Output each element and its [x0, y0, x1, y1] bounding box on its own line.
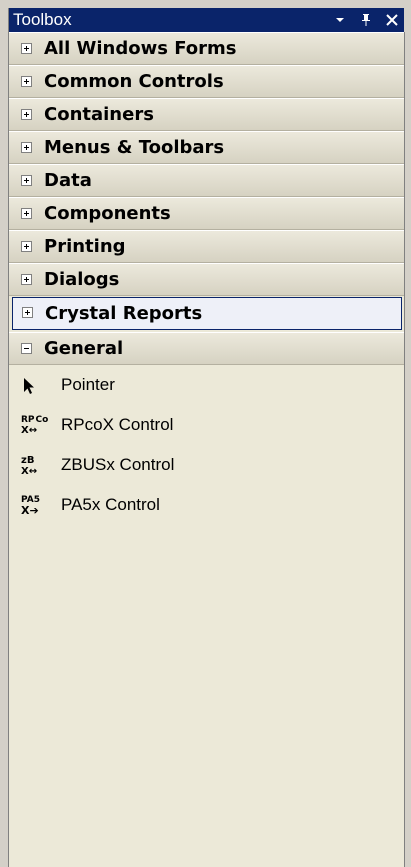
expand-icon: [21, 76, 32, 87]
expand-icon: [21, 43, 32, 54]
tab-label: All Windows Forms: [44, 38, 237, 59]
tab-label: Containers: [44, 104, 154, 125]
expand-icon: [21, 109, 32, 120]
toolbox-titlebar[interactable]: Toolbox: [9, 8, 404, 32]
chevron-down-icon[interactable]: [332, 12, 348, 28]
tab-data[interactable]: Data: [9, 164, 404, 197]
toolbox-panel: All Windows Forms Common Controls Contai…: [9, 32, 405, 867]
tab-label: Menus & Toolbars: [44, 137, 225, 158]
collapse-icon: [21, 343, 32, 354]
tab-dialogs[interactable]: Dialogs: [9, 263, 404, 296]
item-label: RPcoX Control: [61, 415, 174, 434]
tab-label: Common Controls: [44, 71, 224, 92]
toolbox-title: Toolbox: [13, 10, 72, 29]
toolbox-empty-area: [9, 567, 404, 867]
close-icon[interactable]: [384, 12, 400, 28]
zbusx-control-icon: zB X↔: [21, 455, 38, 477]
expand-icon: [21, 274, 32, 285]
pin-icon[interactable]: [358, 12, 374, 28]
tab-label: Data: [44, 170, 92, 191]
tab-label: Printing: [44, 236, 126, 257]
expand-icon: [22, 307, 33, 318]
item-label: Pointer: [61, 375, 115, 394]
tab-printing[interactable]: Printing: [9, 230, 404, 263]
tab-components[interactable]: Components: [9, 197, 404, 230]
expand-icon: [21, 175, 32, 186]
tab-containers[interactable]: Containers: [9, 98, 404, 131]
tab-menus-toolbars[interactable]: Menus & Toolbars: [9, 131, 404, 164]
tab-crystal-reports[interactable]: Crystal Reports: [12, 297, 402, 330]
toolbox-item-zbusx-control[interactable]: zB X↔ ZBUSx Control: [9, 445, 404, 485]
pointer-icon: [21, 373, 47, 399]
toolbox-item-rpcox-control[interactable]: RPCo X↔ RPcoX Control: [9, 405, 404, 445]
expand-icon: [21, 241, 32, 252]
rpcox-control-icon: RPCo X↔: [21, 415, 49, 437]
tab-general[interactable]: General: [9, 332, 404, 365]
tab-label: General: [44, 338, 124, 359]
tab-label: Crystal Reports: [45, 303, 203, 324]
item-label: ZBUSx Control: [61, 455, 175, 474]
toolbox-item-pa5x-control[interactable]: PA5 X➔ PA5x Control: [9, 485, 404, 525]
tab-all-windows-forms[interactable]: All Windows Forms: [9, 32, 404, 65]
item-label: PA5x Control: [61, 495, 160, 514]
toolbox-item-pointer[interactable]: Pointer: [9, 365, 404, 405]
expand-icon: [21, 208, 32, 219]
expand-icon: [21, 142, 32, 153]
tab-common-controls[interactable]: Common Controls: [9, 65, 404, 98]
toolbox-window: Toolbox All Windows Forms Common Control…: [8, 8, 405, 867]
tab-label: Dialogs: [44, 269, 120, 290]
pa5x-control-icon: PA5 X➔: [21, 495, 40, 517]
tab-label: Components: [44, 203, 171, 224]
